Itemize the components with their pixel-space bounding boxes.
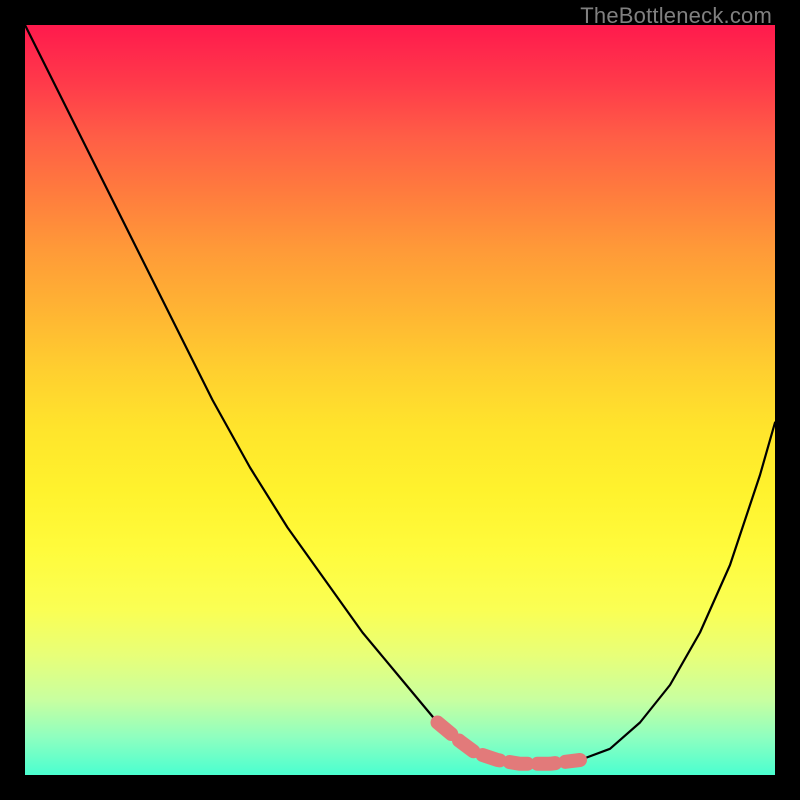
chart-frame: TheBottleneck.com	[0, 0, 800, 800]
highlight-segment	[438, 723, 581, 764]
watermark-text: TheBottleneck.com	[580, 3, 772, 29]
bottleneck-curve	[25, 25, 775, 764]
chart-svg	[25, 25, 775, 775]
